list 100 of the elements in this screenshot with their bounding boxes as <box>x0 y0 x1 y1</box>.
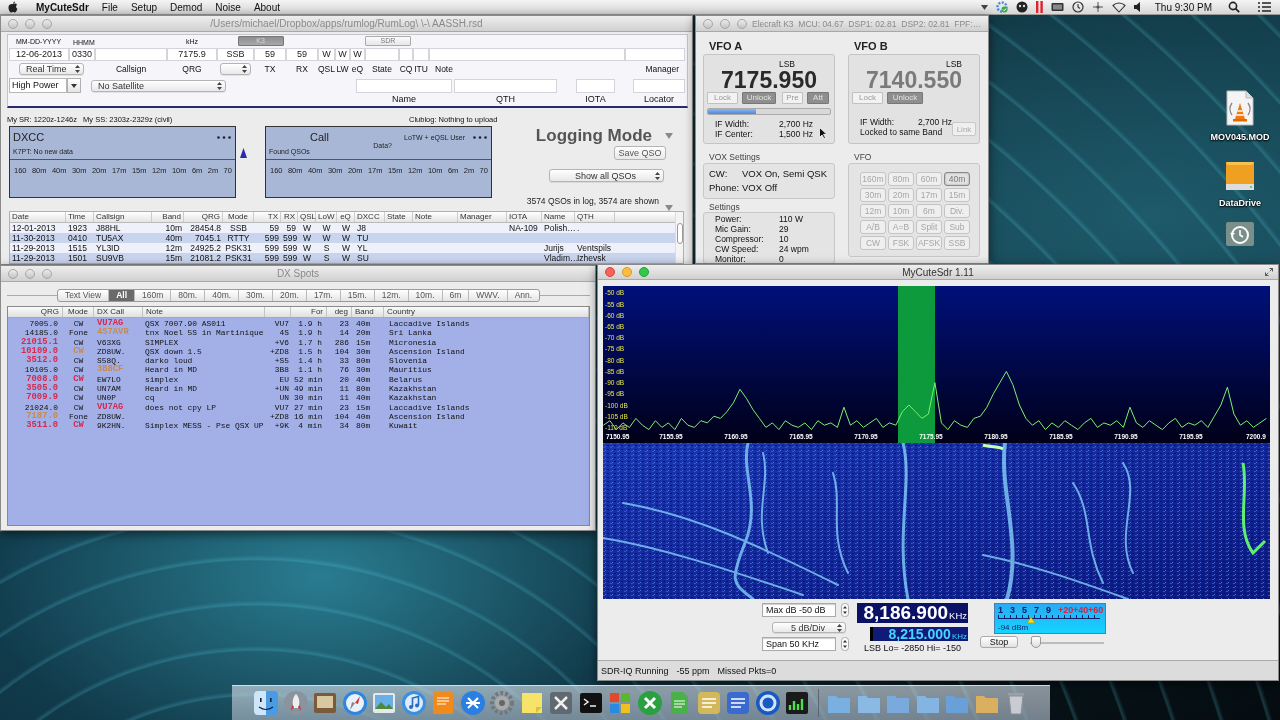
search-icon[interactable] <box>1228 1 1240 13</box>
input-field[interactable]: SSB <box>217 47 254 61</box>
disclosure-triangle-icon[interactable] <box>665 205 673 211</box>
zoom-button[interactable] <box>42 268 52 279</box>
time-mode-dropdown[interactable]: Real Time <box>19 62 84 75</box>
column-header[interactable]: QSL <box>298 212 316 222</box>
desktop-icon-label[interactable]: MOV045.MOD <box>1210 132 1270 142</box>
bar-chart-icon[interactable] <box>784 690 810 716</box>
input-field[interactable] <box>429 47 625 61</box>
band-filter-tab[interactable]: 17m. <box>306 290 341 301</box>
table-row[interactable]: 11-29-2013 1515 YL3ID 12m 24925.2 PSK31 599 599 W S W YL Jurijs Ventspils <box>10 243 675 253</box>
column-header[interactable]: Country <box>384 307 589 317</box>
apple-icon[interactable] <box>8 1 18 13</box>
frequency-display[interactable]: 8,186.900KHz <box>857 603 968 623</box>
column-header[interactable]: Note <box>413 212 458 222</box>
column-header[interactable]: Band <box>352 307 384 317</box>
input-field[interactable]: 7175.9 <box>167 47 217 61</box>
db-per-div-dropdown[interactable]: 5 dB/Div <box>772 622 846 633</box>
table-row[interactable]: 12-01-2013 1923 J88HL 10m 28454.8 SSB 59 59 W W W J8 NA-109 Polish…. <box>10 223 675 233</box>
band-button[interactable]: 40m <box>944 172 970 186</box>
round-face-icon[interactable] <box>1015 1 1028 13</box>
menu-item[interactable]: Noise <box>215 1 241 13</box>
minimize-button[interactable] <box>720 18 730 29</box>
display-icon[interactable] <box>1050 1 1064 13</box>
slider-thumb[interactable] <box>1030 636 1041 648</box>
satellite-dropdown[interactable]: No Satellite <box>91 79 226 92</box>
wifi-icon[interactable] <box>1111 1 1126 13</box>
column-header[interactable]: DXCC <box>355 212 385 222</box>
input-field[interactable]: W <box>318 47 335 61</box>
crosshair-icon[interactable] <box>1091 1 1104 13</box>
input-field[interactable]: 59 <box>254 47 286 61</box>
input-field[interactable]: 0330 <box>69 47 95 61</box>
input-field[interactable] <box>413 47 429 61</box>
column-header[interactable]: Manager <box>458 212 507 222</box>
column-header[interactable]: Name <box>542 212 575 222</box>
column-header[interactable]: DX Call <box>94 307 143 317</box>
desktop-icon-label[interactable]: DataDrive <box>1219 198 1261 208</box>
gear-check-icon[interactable] <box>995 1 1008 13</box>
lined-tile-icon[interactable] <box>695 690 722 716</box>
column-header[interactable]: Note <box>143 307 265 317</box>
speaker-icon[interactable] <box>1133 1 1141 13</box>
input-field[interactable]: W <box>335 47 350 61</box>
zoom-button[interactable] <box>639 267 649 277</box>
stepper-arrows-icon[interactable] <box>841 603 849 617</box>
column-header[interactable]: QRG <box>8 307 63 317</box>
input-field[interactable] <box>356 78 452 93</box>
gear-icon[interactable] <box>489 690 515 716</box>
close-button[interactable] <box>605 267 615 277</box>
column-header[interactable]: deg <box>327 307 352 317</box>
caret-down-icon[interactable] <box>980 4 988 10</box>
power-combo-field[interactable]: High Power <box>9 78 67 93</box>
compass-icon[interactable] <box>341 690 368 716</box>
stop-button[interactable]: Stop <box>980 636 1018 648</box>
music-note-icon[interactable] <box>400 690 427 716</box>
column-header[interactable]: Date <box>10 212 66 222</box>
input-field[interactable] <box>576 78 615 93</box>
band-filter-tab[interactable]: 20m. <box>273 290 307 301</box>
zoom-button[interactable] <box>737 18 747 29</box>
column-header[interactable]: Time <box>66 212 94 222</box>
finder-icon[interactable] <box>253 690 279 716</box>
menu-item[interactable]: About <box>253 1 281 13</box>
column-header[interactable]: eQ <box>337 212 355 222</box>
max-db-field[interactable]: Max dB -50 dB <box>762 603 836 617</box>
column-header[interactable]: Callsign <box>94 212 152 222</box>
pause-icon[interactable] <box>1035 1 1043 13</box>
lined-tile-icon[interactable] <box>725 690 751 716</box>
close-button[interactable] <box>8 268 18 279</box>
picture-icon[interactable] <box>371 690 397 716</box>
input-field[interactable]: 12-06-2013 <box>9 47 69 61</box>
minimize-button[interactable] <box>622 267 632 277</box>
terminal-icon[interactable] <box>577 690 604 716</box>
input-field[interactable] <box>633 78 685 93</box>
column-header[interactable]: IOTA <box>507 212 542 222</box>
input-field[interactable]: 59 <box>286 47 318 61</box>
column-header[interactable]: Mode <box>63 307 94 317</box>
scrollbar-track[interactable] <box>675 212 683 263</box>
input-field[interactable] <box>365 47 399 61</box>
menu-item[interactable]: File <box>101 1 118 13</box>
band-filter-tab[interactable]: 10m. <box>408 290 443 301</box>
column-header[interactable]: Band <box>152 212 184 222</box>
photo-tile-icon[interactable] <box>312 690 338 716</box>
save-qso-button[interactable]: Save QSO <box>614 146 666 160</box>
qso-filter-dropdown[interactable]: Show all QSOs <box>549 169 664 182</box>
column-header[interactable]: TX <box>254 212 281 222</box>
ring-icon[interactable] <box>754 690 781 716</box>
close-button[interactable] <box>8 18 18 29</box>
menu-item[interactable]: Setup <box>130 1 158 13</box>
input-field[interactable] <box>454 78 557 93</box>
mode-dropdown[interactable] <box>220 62 251 75</box>
more-dots-icon[interactable] <box>473 135 487 139</box>
clock-icon[interactable] <box>1071 1 1084 13</box>
stepper-arrows-icon[interactable] <box>841 637 849 651</box>
column-header[interactable]: LoW <box>316 212 337 222</box>
list-icon[interactable] <box>1258 1 1271 13</box>
band-filter-tab[interactable]: Ann. <box>507 290 540 301</box>
input-field[interactable] <box>95 47 167 61</box>
menu-item[interactable]: Demod <box>170 1 203 13</box>
band-filter-tab[interactable]: 80m. <box>171 290 206 301</box>
book-icon[interactable] <box>430 690 456 716</box>
x-tile-icon[interactable] <box>548 690 574 716</box>
